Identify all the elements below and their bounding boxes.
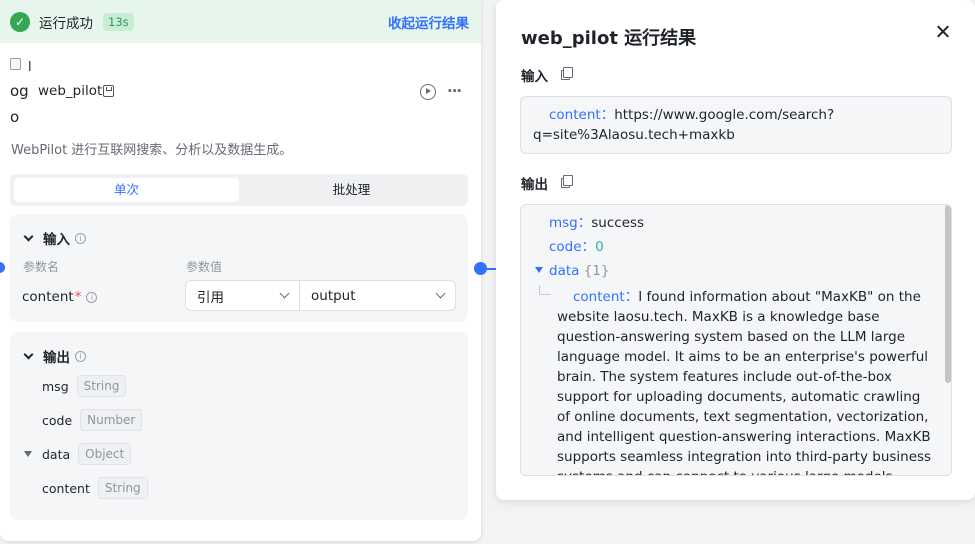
output-field-code: code Number [42,409,143,431]
tab-batch[interactable]: 批处理 [239,178,464,202]
panel-title: web_pilot 运行结果 [521,28,697,49]
output-section-header[interactable]: 输出 i [22,346,86,366]
logo-alt-text-continued: o [10,108,20,126]
chevron-down-icon[interactable] [23,349,34,359]
save-icon[interactable] [103,85,114,97]
tab-single[interactable]: 单次 [14,178,239,202]
input-section: 输入 i 参数名 参数值 content * i 引用 output [10,214,468,322]
output-section-title: 输出 [43,350,70,366]
required-mark: * [74,289,82,305]
output-connector-handle[interactable] [474,262,487,275]
run-play-icon[interactable] [420,84,436,100]
content-value-text: I found information about "MaxKB" on the… [557,289,932,475]
chevron-down-icon [435,288,446,299]
json-line-code: code：0 [549,239,604,255]
param-content-label: content * i [22,289,98,305]
input-json-box: content：https://www.google.com/search?q=… [520,96,952,154]
info-icon[interactable]: i [75,232,86,244]
success-check-icon: ✓ [10,11,30,32]
info-icon[interactable]: i [75,350,86,362]
output-field-data: data Object [42,443,132,465]
broken-image-icon [10,58,21,70]
json-line-data[interactable]: data {1} [535,261,610,281]
param-value-select[interactable]: output [299,280,456,311]
collapse-triangle-icon[interactable] [535,267,543,273]
run-result-panel: web_pilot 运行结果 输入 content：https://www.go… [496,0,975,500]
expand-triangle-icon[interactable] [24,451,32,457]
type-tag: String [97,477,148,499]
param-name-column-label: 参数名 [23,260,60,274]
output-json-box: msg：success code：0 data {1} content：I fo… [520,204,952,476]
output-section: 输出 i msg String code Number data Object … [10,332,468,520]
status-text: 运行成功 [39,15,93,32]
type-tag: Object [78,443,132,465]
collapse-results-link[interactable]: 收起运行结果 [388,12,469,32]
run-mode-tabs: 单次 批处理 [10,174,468,206]
json-key: content [549,107,601,123]
node-description: WebPilot 进行互联网搜索、分析以及数据生成。 [11,143,293,158]
copy-icon[interactable] [561,175,573,188]
tree-connector-line [539,285,551,295]
panel-output-label: 输出 [521,173,573,193]
output-field-msg: msg String [42,375,127,397]
input-section-header[interactable]: 输入 i [22,228,86,248]
connector-edge [486,268,496,270]
json-line-content: content：I found information about "MaxKB… [557,287,933,475]
node-title: web_pilot [38,83,103,99]
chevron-down-icon[interactable] [23,231,34,241]
type-tag: String [76,375,127,397]
web-pilot-node-card[interactable]: ✓ 运行成功 13s 收起运行结果 l og web_pilot ··· o W… [0,0,481,541]
scrollbar-thumb[interactable] [945,205,951,383]
more-options-icon[interactable]: ··· [447,82,462,100]
param-value-column-label: 参数值 [186,260,223,274]
chevron-down-icon [279,288,290,299]
run-duration-badge: 13s [103,12,134,31]
panel-input-label: 输入 [521,65,573,85]
copy-icon[interactable] [561,67,573,80]
close-icon[interactable] [933,22,953,42]
input-section-title: 输入 [43,232,70,248]
run-status-bar: ✓ 运行成功 13s 收起运行结果 [0,0,481,43]
logo-alt-text: og [10,82,29,100]
param-type-select[interactable]: 引用 [185,280,300,311]
info-icon[interactable]: i [86,291,98,303]
json-line-msg: msg：success [549,215,645,231]
output-field-content: content String [42,477,148,499]
type-tag: Number [80,409,143,431]
